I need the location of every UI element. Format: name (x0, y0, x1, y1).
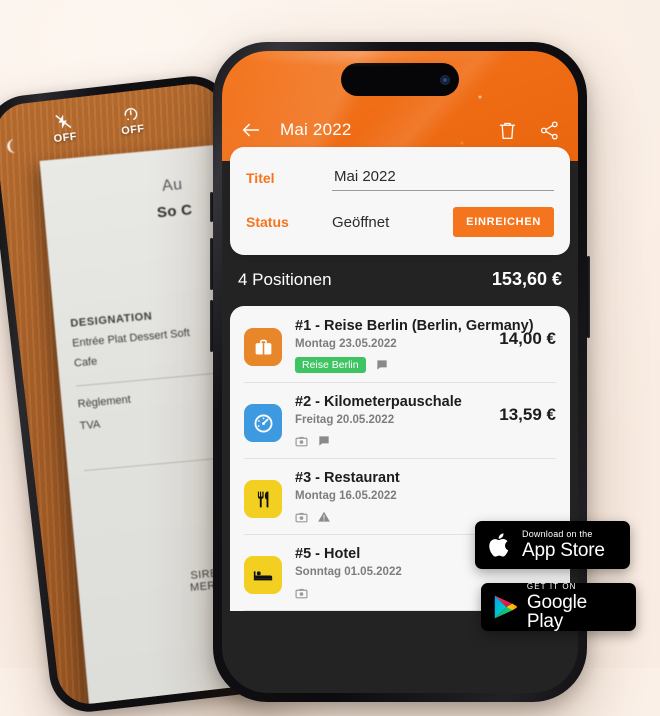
item-date: Montag 16.05.2022 (295, 490, 397, 502)
category-icon-tile (244, 556, 282, 594)
camera-icon (295, 436, 308, 446)
status-row: Status Geöffnet EINREICHEN (246, 205, 554, 239)
totals-bar: 4 Positionen 153,60 € (222, 255, 578, 306)
item-date: Montag 23.05.2022 (295, 338, 397, 350)
category-icon-tile (244, 404, 282, 442)
item-title: #3 - Restaurant (295, 470, 400, 486)
google-play-icon (494, 595, 517, 619)
google-play-badge-small-text: GET IT ON (526, 582, 577, 591)
item-tag: Reise Berlin (295, 356, 366, 374)
trash-icon (499, 122, 515, 139)
apple-logo-icon (489, 533, 509, 557)
list-item[interactable]: #2 - Kilometerpauschale Freitag 20.05.20… (230, 382, 570, 458)
screenshot-stage: ❨ OFF OFF Au So C 39 Chemin (0, 0, 660, 716)
google-play-badge[interactable]: GET IT ON Google Play (481, 583, 636, 631)
item-title: #1 - Reise Berlin (Berlin, Germany) (295, 318, 534, 334)
share-icon (540, 120, 558, 140)
delete-button[interactable] (494, 117, 520, 143)
camera-icon (295, 588, 308, 598)
back-arrow-icon (242, 123, 260, 137)
category-icon-tile (244, 480, 282, 518)
comment-icon (376, 360, 387, 370)
camera-timer-control[interactable]: OFF (118, 104, 145, 137)
report-form-card: Titel Mai 2022 Status Geöffnet EINREICHE… (230, 147, 570, 255)
restaurant-icon (257, 491, 268, 507)
power-button[interactable] (587, 256, 590, 338)
submit-button[interactable]: EINREICHEN (453, 207, 554, 237)
app-store-badge-title: App Store (522, 540, 605, 561)
volume-down-button[interactable] (210, 300, 213, 352)
page-title: Mai 2022 (280, 120, 352, 139)
comment-icon (319, 436, 329, 446)
camera-icon (295, 512, 308, 522)
item-price: 14,00 € (499, 329, 556, 348)
item-price: 13,59 € (499, 405, 556, 424)
status-field-label: Status (246, 214, 289, 230)
positions-count-label: 4 Positionen (238, 269, 332, 289)
back-button[interactable] (238, 117, 264, 143)
timer-off-icon (124, 108, 138, 121)
item-date: Freitag 20.05.2022 (295, 414, 395, 426)
receipt-payment-label: Règlement (77, 393, 132, 411)
hotel-bed-icon (253, 571, 273, 581)
volume-up-button[interactable] (210, 238, 213, 290)
status-value: Geöffnet (332, 213, 390, 231)
title-input[interactable]: Mai 2022 (332, 166, 554, 191)
total-amount: 153,60 € (491, 269, 562, 289)
front-camera-icon (440, 74, 450, 85)
app-store-badge-small-text: Download on the (522, 529, 593, 539)
dynamic-island (341, 63, 459, 96)
flash-off-icon (55, 114, 72, 129)
title-row: Titel Mai 2022 (246, 161, 554, 195)
google-play-badge-title: Google Play (526, 592, 587, 632)
suitcase-icon (255, 339, 271, 354)
receipt-tva-label: TVA (79, 418, 101, 433)
list-item[interactable]: #1 - Reise Berlin (Berlin, Germany) Mont… (230, 306, 570, 382)
speedometer-icon (254, 414, 272, 432)
share-button[interactable] (536, 117, 562, 143)
title-field-label: Titel (246, 170, 275, 186)
app-header: Mai 2022 (222, 51, 578, 161)
category-icon-tile (244, 328, 282, 366)
camera-flash-control[interactable]: OFF (51, 112, 78, 145)
mute-switch[interactable] (210, 192, 213, 222)
item-title: #2 - Kilometerpauschale (295, 394, 462, 410)
app-store-badge[interactable]: Download on the App Store (475, 521, 630, 569)
camera-side-glyph-icon: ❨ (3, 137, 18, 156)
warning-icon (318, 511, 330, 522)
